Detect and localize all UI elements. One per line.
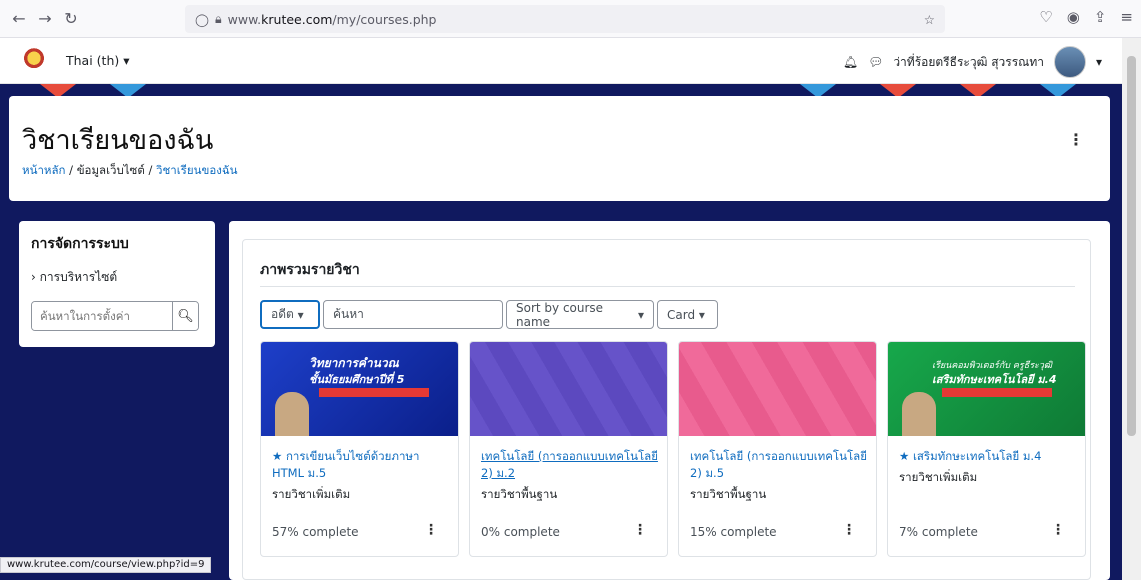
course-title[interactable]: ★ เสริมทักษะเทคโนโลยี ม.4 [899,448,1081,465]
url-host: krutee.com [261,11,333,27]
course-search-placeholder: ค้นหา [333,307,364,321]
course-progress: 15% complete [690,525,777,539]
course-actions-kebab-icon[interactable]: ⋮ [842,522,856,538]
course-image-subtitle: ชั้นมัธยมศึกษาปีที่ 5 [309,373,405,386]
search-icon[interactable]: 🔍︎ [172,302,198,330]
settings-search: 🔍︎ [31,301,199,331]
breadcrumb-current[interactable]: วิชาเรียนของฉัน [156,163,238,177]
reload-icon[interactable]: ↻ [58,9,84,28]
sort-dropdown[interactable]: Sort by course name ▾ [506,300,654,329]
star-icon: ★ [899,449,910,463]
course-title[interactable]: เทคโนโลยี (การออกแบบเทคโนโลยี 2) ม.2 [481,448,663,482]
course-title[interactable]: ★ การเขียนเว็บไซต์ด้วยภาษา HTML ม.5 [272,448,454,482]
breadcrumb: หน้าหลัก / ข้อมูลเว็บไซต์ / วิชาเรียนของ… [22,163,238,177]
settings-search-input[interactable] [32,302,172,330]
grouping-dropdown[interactable]: อดีต ▾ [260,300,320,329]
overview-title: ภาพรวมรายวิชา [260,262,360,278]
course-actions-kebab-icon[interactable]: ⋮ [1051,522,1065,538]
admin-block-title: การจัดการระบบ [31,236,129,252]
site-header: Thai (th) ▾ 🔔︎ 💬︎ ว่าที่ร้อยตรีธีระวุฒิ … [0,38,1122,84]
course-category: รายวิชาเพิ่มเติม [272,487,351,501]
browser-toolbar: ← → ↻ ◯ 🔒︎ www. krutee.com/my/courses.php… [0,0,1141,38]
page-title: วิชาเรียนของฉัน [22,125,214,156]
admin-node-label: การบริหารไซต์ [39,270,118,284]
course-card[interactable]: เทคโนโลยี (การออกแบบเทคโนโลยี 2) ม.5 ราย… [678,341,877,557]
course-title[interactable]: เทคโนโลยี (การออกแบบเทคโนโลยี 2) ม.5 [690,448,872,482]
extensions-icon[interactable]: ⇪ [1094,8,1107,26]
star-icon: ★ [272,449,283,463]
course-title-text: เทคโนโลยี (การออกแบบเทคโนโลยี 2) ม.2 [481,449,658,480]
scrollbar[interactable] [1122,38,1141,580]
course-title-text: เสริมทักษะเทคโนโลยี ม.4 [912,449,1042,463]
course-image-banner [319,388,429,397]
shield-icon: ◯ [195,11,209,27]
breadcrumb-site[interactable]: ข้อมูลเว็บไซต์ [77,163,145,177]
course-image[interactable] [679,342,876,436]
course-progress: 0% complete [481,525,560,539]
teacher-photo [902,392,936,436]
page-actions-kebab-icon[interactable]: ⋮ [1068,130,1084,149]
course-title-text: การเขียนเว็บไซต์ด้วยภาษา HTML ม.5 [272,449,420,480]
main-region: ภาพรวมรายวิชา อดีต ▾ ค้นหา Sort by cours… [229,221,1110,580]
pocket-icon[interactable]: ♡ [1039,8,1052,26]
course-image[interactable] [470,342,667,436]
course-search-input[interactable]: ค้นหา [323,300,503,329]
avatar[interactable] [1053,46,1086,78]
course-card[interactable]: วิทยาการคำนวณ ชั้นมัธยมศึกษาปีที่ 5 ★ กา… [260,341,459,557]
course-overview-block: ภาพรวมรายวิชา อดีต ▾ ค้นหา Sort by cours… [242,239,1091,580]
address-bar[interactable]: ◯ 🔒︎ www. krutee.com/my/courses.php ☆ [185,5,945,33]
bookmark-star-icon[interactable]: ☆ [924,12,935,27]
menu-icon[interactable]: ≡ [1120,8,1133,26]
course-card[interactable]: เรียนคอมพิวเตอร์กับ ครูธีระวุฒิ เสริมทัก… [887,341,1086,557]
url-prefix: www. [227,11,262,27]
breadcrumb-home[interactable]: หน้าหลัก [22,163,66,177]
page-header: วิชาเรียนของฉัน หน้าหลัก / ข้อมูลเว็บไซต… [9,96,1110,201]
course-progress: 57% complete [272,525,359,539]
message-icon[interactable]: 💬︎ [868,55,883,69]
course-actions-kebab-icon[interactable]: ⋮ [633,522,647,538]
view-label: Card [667,307,696,322]
lock-icon: 🔒︎ [215,11,222,26]
status-bar-url: www.krutee.com/course/view.php?id=9 [0,557,212,573]
teacher-photo [275,392,309,436]
course-progress: 7% complete [899,525,978,539]
course-category: รายวิชาพื้นฐาน [690,487,767,501]
url-path: /my/courses.php [332,11,437,27]
site-logo[interactable] [20,46,48,75]
course-actions-kebab-icon[interactable]: ⋮ [424,522,438,538]
sort-label: Sort by course name [516,300,604,329]
view-dropdown[interactable]: Card ▾ [657,300,718,329]
bell-icon[interactable]: 🔔︎ [843,55,858,69]
course-image[interactable]: เรียนคอมพิวเตอร์กับ ครูธีระวุฒิ เสริมทัก… [888,342,1085,436]
course-image[interactable]: วิทยาการคำนวณ ชั้นมัธยมศึกษาปีที่ 5 [261,342,458,436]
grouping-label: อดีต [271,307,294,321]
admin-block: การจัดการระบบ › การบริหารไซต์ 🔍︎ [19,221,215,347]
course-image-banner [942,388,1052,397]
language-menu[interactable]: Thai (th) ▾ [66,53,130,68]
course-category: รายวิชาเพิ่มเติม [899,470,978,484]
divider [260,286,1075,287]
course-title-text: เทคโนโลยี (การออกแบบเทคโนโลยี 2) ม.5 [690,449,867,480]
language-label: Thai (th) [66,53,120,68]
back-icon[interactable]: ← [6,9,32,28]
course-image-subtitle: เสริมทักษะเทคโนโลยี ม.4 [932,373,1057,386]
forward-icon[interactable]: → [32,9,58,28]
admin-node-site[interactable]: › การบริหารไซต์ [31,268,203,287]
course-category: รายวิชาพื้นฐาน [481,487,558,501]
scrollbar-thumb[interactable] [1127,56,1136,436]
user-name[interactable]: ว่าที่ร้อยตรีธีระวุฒิ สุวรรณทา [893,53,1044,72]
account-icon[interactable]: ◉ [1067,8,1080,26]
course-card[interactable]: เทคโนโลยี (การออกแบบเทคโนโลยี 2) ม.2 ราย… [469,341,668,557]
chevron-down-icon[interactable]: ▾ [1096,55,1102,69]
